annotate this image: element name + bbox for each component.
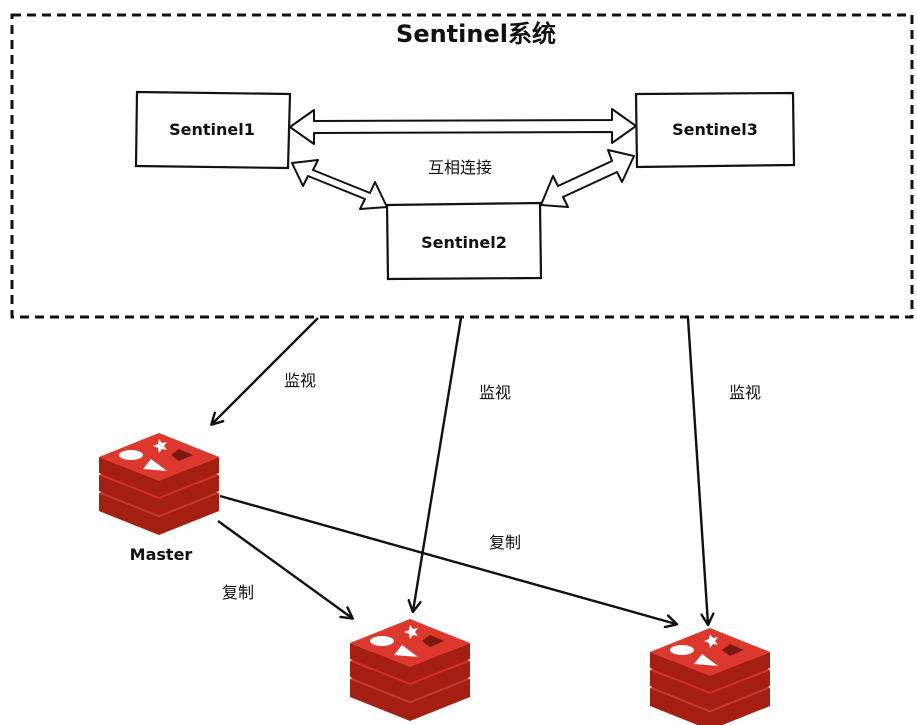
sentinel-architecture-diagram: Sentinel系统 Sentinel1 Sentinel3 Sentinel2… (10, 13, 914, 725)
sentinel3-sentinel2-connection (540, 149, 635, 208)
sentinel2-label: Sentinel2 (421, 233, 507, 252)
sentinel1-sentinel3-connection (289, 108, 637, 145)
master-redis-icon (99, 433, 219, 535)
monitor-label-slave1: 监视 (479, 383, 511, 402)
replicate-arrow-slave2 (219, 494, 676, 624)
slave1-redis-icon (350, 619, 470, 721)
system-title: Sentinel系统 (396, 20, 556, 48)
replicate-arrow-slave1 (217, 520, 352, 618)
sentinel3-label: Sentinel3 (672, 120, 758, 139)
master-label: Master (130, 545, 193, 564)
sentinel1-sentinel2-connection (291, 159, 388, 210)
replicate-label-slave1: 复制 (222, 583, 254, 602)
sentinel2-box: Sentinel2 (385, 201, 543, 281)
interconnect-label: 互相连接 (428, 158, 492, 177)
sentinel3-box: Sentinel3 (634, 91, 796, 169)
sentinel1-box: Sentinel1 (134, 90, 292, 170)
monitor-label-master: 监视 (284, 371, 316, 390)
sentinel1-label: Sentinel1 (169, 120, 255, 139)
monitor-label-slave2: 监视 (729, 383, 761, 402)
replicate-label-slave2: 复制 (489, 533, 521, 552)
monitor-arrow-slave2 (686, 317, 708, 624)
slave2-redis-icon (650, 628, 770, 725)
monitor-arrow-slave1 (413, 317, 463, 611)
